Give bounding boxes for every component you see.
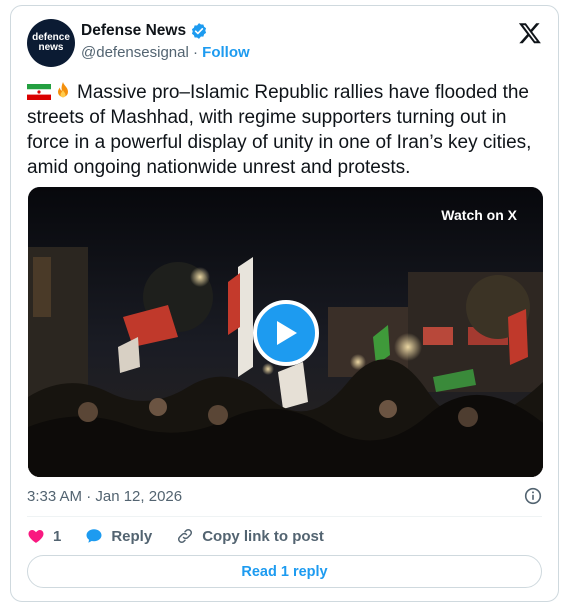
copy-link-label: Copy link to post xyxy=(202,527,324,545)
link-icon xyxy=(178,528,193,544)
like-button[interactable]: 1 xyxy=(27,527,61,545)
post-text: Massive pro–Islamic Republic rallies hav… xyxy=(27,80,547,180)
author-name[interactable]: Defense News xyxy=(81,22,186,40)
reply-bubble-icon xyxy=(86,529,102,543)
author-handle-row: @defensesignal · Follow xyxy=(81,44,250,61)
reply-button[interactable]: Reply xyxy=(85,527,152,545)
read-replies-button[interactable]: Read 1 reply xyxy=(27,555,542,588)
author-handle[interactable]: @defensesignal xyxy=(81,44,189,61)
author-name-row[interactable]: Defense News xyxy=(81,22,208,40)
action-bar: 1 Reply Copy link to post xyxy=(27,527,348,545)
heart-icon xyxy=(28,530,44,543)
follow-button[interactable]: Follow xyxy=(202,44,250,61)
iran-flag-icon xyxy=(27,84,51,100)
avatar[interactable]: defence news xyxy=(27,19,75,67)
verified-badge-icon xyxy=(192,23,207,39)
video-media[interactable]: Watch on X xyxy=(28,187,543,477)
play-icon xyxy=(277,321,297,345)
like-count: 1 xyxy=(53,527,62,545)
x-logo-icon[interactable] xyxy=(518,21,542,45)
separator-dot: · xyxy=(192,44,198,61)
copy-link-button[interactable]: Copy link to post xyxy=(176,527,324,545)
fire-icon xyxy=(53,81,73,101)
watch-on-x-label[interactable]: Watch on X xyxy=(441,207,517,223)
post-timestamp[interactable]: 3:33 AM · Jan 12, 2026 xyxy=(27,488,182,505)
reply-label: Reply xyxy=(111,527,153,545)
avatar-text-line2: news xyxy=(38,42,64,53)
embedded-post-card: defence news Defense News @defensesignal… xyxy=(10,5,559,602)
divider xyxy=(27,516,542,517)
post-text-body: Massive pro–Islamic Republic rallies hav… xyxy=(27,82,532,178)
info-icon[interactable] xyxy=(524,487,542,505)
play-button[interactable] xyxy=(253,300,319,366)
